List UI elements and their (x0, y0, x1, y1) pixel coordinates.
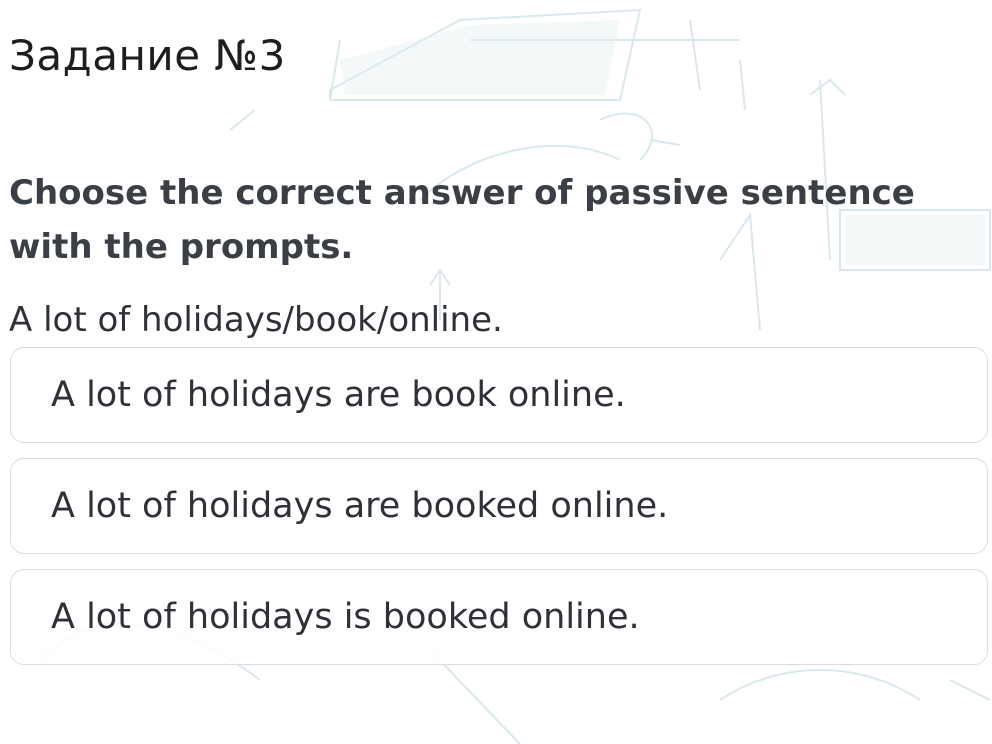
answer-option-1[interactable]: A lot of holidays are book online. (10, 347, 988, 443)
answer-option-2[interactable]: A lot of holidays are booked online. (10, 458, 988, 554)
question-text: Choose the correct answer of passive sen… (9, 173, 915, 267)
answer-option-label: A lot of holidays are booked online. (51, 486, 669, 526)
answer-option-3[interactable]: A lot of holidays is booked online. (10, 569, 988, 665)
prompt-text: A lot of holidays/book/online. (9, 300, 503, 340)
answer-option-label: A lot of holidays is booked online. (51, 597, 640, 637)
task-title: Задание №3 (9, 31, 286, 80)
answer-option-label: A lot of holidays are book online. (51, 375, 626, 415)
